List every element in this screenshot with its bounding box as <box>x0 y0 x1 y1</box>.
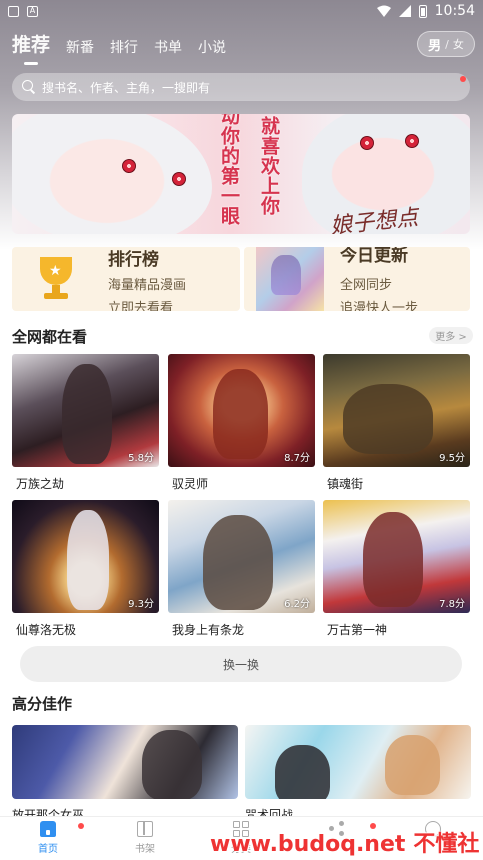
wifi-icon <box>376 5 391 17</box>
status-time: 10:54 <box>434 3 475 19</box>
comic-score: 9.3分 <box>128 599 154 610</box>
bookshelf-icon <box>137 821 153 837</box>
gender-male[interactable]: 男 <box>428 35 441 54</box>
comic-card[interactable]: 9.3分 仙尊洛无极 <box>12 500 159 638</box>
banner-eye-icon <box>360 136 374 150</box>
gallery-notification-icon <box>8 5 19 17</box>
status-indicators: 10:54 <box>376 3 475 19</box>
comic-card[interactable]: 9.5分 镇魂街 <box>323 354 470 492</box>
comic-card[interactable]: 8.7分 驭灵师 <box>168 354 315 492</box>
update-promo-line2: 追漫快人一步 <box>340 301 419 311</box>
update-promo-thumbnail <box>256 247 324 311</box>
nav-home-label: 首页 <box>38 844 58 855</box>
update-promo-card[interactable]: 今日更新 全网同步 追漫快人一步 <box>244 247 470 311</box>
banner-eye-icon <box>172 172 186 186</box>
refresh-button[interactable]: 换一换 <box>20 646 462 682</box>
comic-cover: 9.3分 <box>12 500 159 613</box>
tab-recommend[interactable]: 推荐 <box>12 30 50 65</box>
status-notifications: A <box>8 5 38 17</box>
comic-title: 我身上有条龙 <box>172 623 245 637</box>
comic-title: 仙尊洛无极 <box>16 623 77 637</box>
update-promo-line1: 全网同步 <box>340 278 393 293</box>
comic-score: 8.7分 <box>284 453 310 464</box>
nav-bookshelf-label: 书架 <box>135 844 155 855</box>
comic-cover: 8.7分 <box>168 354 315 467</box>
signal-icon <box>398 5 411 17</box>
ranking-promo-title: 排行榜 <box>108 250 159 270</box>
banner-eye-icon <box>405 134 419 148</box>
watermark: www.budoq.net不懂社区 <box>210 826 483 860</box>
trophy-icon: ★ <box>36 257 76 299</box>
banner-eye-icon <box>122 159 136 173</box>
nav-home[interactable]: 首页 <box>18 821 78 855</box>
comic-card-wide[interactable] <box>245 725 471 799</box>
comic-card-wide[interactable] <box>12 725 238 799</box>
section-title-watching: 全网都在看 <box>12 328 88 346</box>
app-notification-icon: A <box>27 5 38 17</box>
comic-score: 9.5分 <box>439 453 465 464</box>
tab-novel[interactable]: 小说 <box>198 37 226 57</box>
update-promo-title: 今日更新 <box>340 247 408 266</box>
ranking-promo-line2: 立即去看看 <box>108 301 174 311</box>
gender-toggle[interactable]: 男 / 女 <box>417 31 475 57</box>
comic-title: 镇魂街 <box>327 477 364 491</box>
comic-score: 7.8分 <box>439 599 465 610</box>
comic-card[interactable]: 7.8分 万古第一神 <box>323 500 470 638</box>
banner-carousel[interactable]: 就喜欢上你 动你的第一眼 娘子想点 <box>12 114 470 234</box>
banner-title: 就喜欢上你 动你的第一眼 <box>210 114 306 234</box>
search-bar[interactable]: 搜书名、作者、主角，一搜即有 <box>12 73 470 101</box>
comic-score: 5.8分 <box>128 453 154 464</box>
comic-title: 万族之劫 <box>16 477 65 491</box>
search-placeholder: 搜书名、作者、主角，一搜即有 <box>42 80 211 95</box>
comic-cover: 5.8分 <box>12 354 159 467</box>
ranking-promo-line1: 海量精品漫画 <box>108 278 187 293</box>
app-screen: A 10:54 推荐 新番 排行 书单 小说 男 / 女 搜书名、作者、主角，一… <box>0 0 483 860</box>
comic-cover: 7.8分 <box>323 500 470 613</box>
tab-booklist[interactable]: 书单 <box>154 37 182 57</box>
search-icon <box>22 80 36 94</box>
nav-badge-dot <box>78 823 84 829</box>
gender-separator: / <box>445 37 449 51</box>
category-tabs: 推荐 新番 排行 书单 小说 <box>12 30 226 65</box>
status-bar: A 10:54 <box>0 0 483 22</box>
ranking-promo-card[interactable]: ★ 排行榜 海量精品漫画 立即去看看 <box>12 247 240 311</box>
comic-score: 6.2分 <box>284 599 310 610</box>
comic-cover: 9.5分 <box>323 354 470 467</box>
nav-bookshelf[interactable]: 书架 <box>115 821 175 855</box>
home-icon <box>40 821 56 837</box>
notification-dot <box>460 76 466 82</box>
tab-new[interactable]: 新番 <box>66 37 94 57</box>
comic-card[interactable]: 5.8分 万族之劫 <box>12 354 159 492</box>
banner-title-line: 动你的第一眼 <box>218 114 240 226</box>
comic-title: 万古第一神 <box>327 623 388 637</box>
comic-cover: 6.2分 <box>168 500 315 613</box>
comic-card[interactable]: 6.2分 我身上有条龙 <box>168 500 315 638</box>
comic-title: 驭灵师 <box>172 477 209 491</box>
banner-title-line: 就喜欢上你 <box>258 116 280 216</box>
gender-female[interactable]: 女 <box>453 36 464 52</box>
section-title-top-rated: 高分佳作 <box>12 695 73 713</box>
tab-ranking[interactable]: 排行 <box>110 37 138 57</box>
more-button[interactable]: 更多 > <box>429 327 473 344</box>
battery-icon <box>418 4 427 18</box>
watermark-url: www.budoq.net <box>210 832 406 857</box>
